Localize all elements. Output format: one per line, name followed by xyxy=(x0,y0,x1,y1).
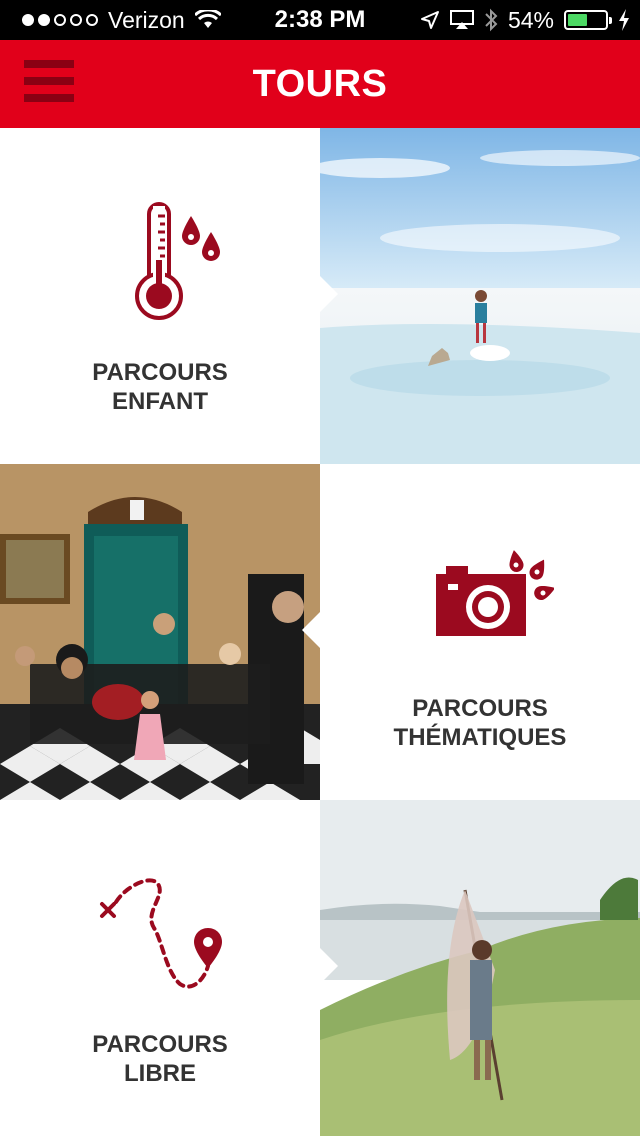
pointer-arrow xyxy=(302,612,320,648)
carrier-name: Verizon xyxy=(108,6,185,33)
airplay-icon xyxy=(449,10,474,30)
status-bar: 2:38 PM Verizon 54% xyxy=(0,0,640,40)
salt-flat-photo[interactable] xyxy=(320,128,640,464)
battery-icon xyxy=(564,10,612,30)
signal-strength-icon xyxy=(22,14,98,26)
charging-bolt-icon xyxy=(618,9,630,31)
pointer-arrow xyxy=(320,276,338,312)
pointer-arrow xyxy=(320,948,338,984)
location-arrow-icon xyxy=(420,10,440,30)
bluetooth-icon xyxy=(484,8,498,32)
tour-tile-thematiques[interactable]: PARCOURS THÉMATIQUES xyxy=(320,464,640,800)
battery-percent: 54% xyxy=(507,6,554,33)
tour-tile-libre[interactable]: PARCOURS LIBRE xyxy=(0,800,320,1136)
thermometer-icon xyxy=(134,202,224,320)
camera-icon xyxy=(434,550,554,640)
route-map-icon xyxy=(96,876,226,996)
family-portrait-photo[interactable] xyxy=(0,464,320,800)
field-figure-photo[interactable] xyxy=(320,800,640,1136)
hamburger-menu-icon[interactable] xyxy=(24,60,76,106)
status-left: Verizon xyxy=(22,0,221,40)
tour-label-enfant: PARCOURS ENFANT xyxy=(92,359,228,415)
wifi-icon xyxy=(194,10,221,30)
tour-label-libre: PARCOURS LIBRE xyxy=(92,1031,228,1087)
status-right: 54% xyxy=(420,0,630,40)
tour-label-thematiques: PARCOURS THÉMATIQUES xyxy=(393,695,567,751)
page-title: TOURS xyxy=(252,63,388,105)
header-bar: TOURS xyxy=(0,40,640,128)
tour-tile-enfant[interactable]: PARCOURS ENFANT xyxy=(0,128,320,464)
